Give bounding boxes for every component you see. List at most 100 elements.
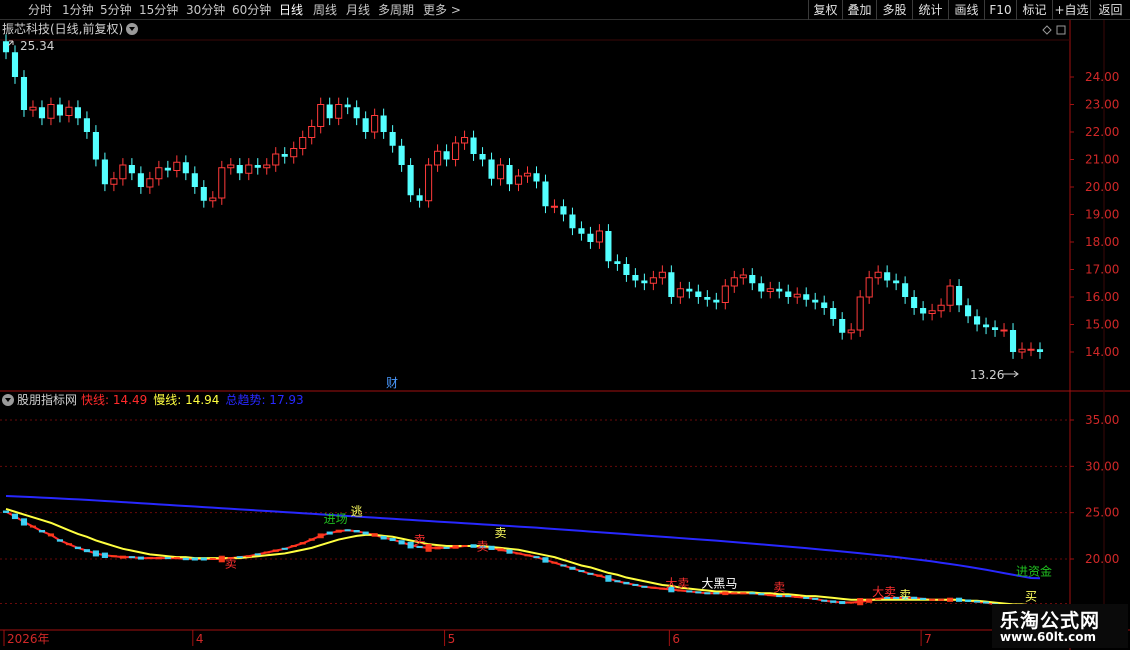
signal-label: 卖 (477, 540, 489, 554)
candle-body (982, 324, 990, 328)
indicator-bar (497, 548, 504, 552)
watermark-title: 乐淘公式网 (1000, 610, 1101, 632)
indicator-bar (551, 561, 558, 564)
signal-label: 卖 (495, 526, 507, 540)
indicator-bar (110, 555, 117, 558)
indicator-bar (299, 542, 306, 545)
square-icon (1056, 25, 1066, 35)
candle-body (344, 104, 351, 108)
candle-body (452, 142, 460, 160)
candle-body (793, 293, 801, 298)
candle-body (371, 115, 379, 133)
candle-body (730, 277, 738, 287)
candle-body (658, 271, 666, 279)
candle-body (766, 288, 774, 292)
candle-body (299, 137, 307, 149)
signal-label: 逃 (351, 504, 363, 518)
candle-body (11, 52, 19, 77)
indicator-bar (605, 575, 612, 582)
candle-body (479, 154, 486, 160)
indicator-bar (839, 601, 846, 605)
candle-body (776, 288, 783, 292)
candle-body (227, 164, 235, 169)
indicator-bar (425, 543, 432, 552)
arrow-icon (1002, 370, 1019, 378)
indicator-bar (920, 597, 927, 600)
candle-body (92, 132, 99, 160)
candle-body (407, 165, 414, 196)
indicator-bar (722, 591, 729, 596)
indicator-y-tick-label: 30.00 (1085, 459, 1119, 473)
candle-body (649, 277, 657, 284)
indicator-bar (182, 557, 189, 561)
price-y-tick-label: 17.00 (1085, 263, 1119, 277)
candle-body (29, 106, 37, 111)
price-y-tick-label: 15.00 (1085, 318, 1119, 332)
candle-body (695, 291, 702, 297)
candle-body (470, 137, 477, 154)
indicator-bar (929, 598, 936, 601)
indicator-bar (560, 564, 567, 567)
candle-body (74, 107, 81, 119)
watermark: 乐淘公式网 www.60lt.com (992, 604, 1128, 648)
high-price-label: 25.34 (20, 39, 54, 53)
indicator-bar (164, 557, 171, 560)
candle-body (514, 175, 523, 185)
candle-body (893, 280, 900, 284)
candle-body (965, 305, 972, 317)
x-axis-label: 2026年 (7, 632, 50, 646)
indicator-bar (614, 580, 621, 583)
candle-body (460, 137, 469, 144)
candle-body (173, 161, 181, 171)
indicator-bar (443, 546, 450, 549)
candle-body (506, 165, 513, 185)
candle-body (389, 132, 396, 146)
candle-body (803, 294, 810, 300)
candle-body (920, 308, 927, 314)
indicator-bar (11, 513, 19, 520)
candle-body (353, 107, 360, 119)
price-y-tick-label: 18.00 (1085, 235, 1119, 249)
candle-body (956, 286, 963, 306)
indicator-bar (38, 530, 46, 533)
indicator-y-tick-label: 20.00 (1085, 552, 1119, 566)
indicator-bar (533, 556, 540, 559)
candle-body (496, 164, 505, 180)
candle-body (218, 167, 226, 199)
indicator-bar (578, 570, 585, 573)
indicator-bar (92, 550, 99, 557)
candle-body (739, 274, 747, 279)
candle-body (605, 231, 612, 262)
candle-body (902, 283, 909, 297)
candle-body (847, 329, 855, 334)
price-y-tick-label: 20.00 (1085, 180, 1119, 194)
indicator-bar (866, 598, 873, 603)
indicator-bar (965, 599, 972, 602)
x-axis-label: 4 (196, 632, 204, 646)
candle-body (245, 164, 253, 174)
indicator-bar (524, 554, 531, 557)
indicator-bar (389, 538, 396, 542)
indicator-bar (857, 598, 864, 606)
candle-body (713, 299, 720, 303)
indicator-bar (263, 551, 270, 554)
candle-body (569, 214, 576, 229)
candle-body (209, 197, 217, 202)
indicator-bar (704, 592, 711, 595)
indicator-bar (452, 545, 459, 549)
indicator-bar (290, 545, 297, 548)
indicator-bar (587, 572, 594, 575)
indicator-bar (47, 533, 55, 537)
candle-body (749, 275, 756, 284)
indicator-bar (830, 600, 837, 603)
indicator-bar (911, 596, 918, 600)
chart-canvas[interactable]: 14.00 15.00 16.00 17.00 18.00 19.00 20.00 21.00… (0, 0, 1130, 650)
indicator-bar (29, 525, 37, 528)
candle-body (2, 41, 10, 53)
indicator-bar (785, 595, 792, 598)
indicator-bar (686, 590, 693, 593)
candle-body (308, 126, 316, 138)
candle-body (317, 104, 325, 127)
candle-body (632, 275, 639, 281)
price-y-tick-label: 21.00 (1085, 153, 1119, 167)
